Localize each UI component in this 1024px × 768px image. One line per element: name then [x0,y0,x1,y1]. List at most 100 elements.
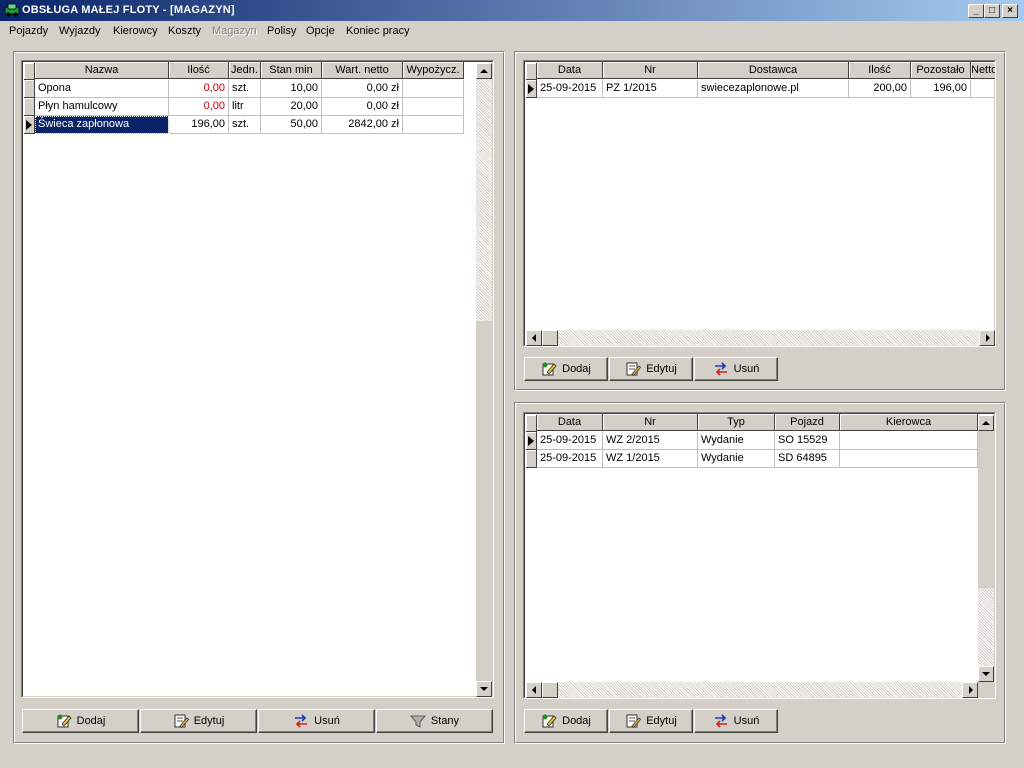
cell-kierowca[interactable] [840,450,978,468]
menu-koszty[interactable]: Koszty [168,25,201,37]
cell-stan-min[interactable]: 20,00 [261,98,322,116]
edit-item-label: Edytuj [193,715,225,727]
maximize-button[interactable]: □ [984,4,1000,18]
cell-ilosc[interactable]: 196,00 [169,116,229,134]
scroll-thumb[interactable] [542,330,558,346]
row-indicator[interactable] [24,98,35,116]
close-button[interactable]: × [1002,4,1018,18]
row-indicator-current[interactable] [526,80,537,98]
cell-pojazd[interactable]: SD 64895 [775,450,840,468]
cell-data[interactable]: 25-09-2015 [537,432,603,450]
scroll-down-button[interactable] [978,666,994,682]
cell-ilosc[interactable]: 200,00 [849,80,911,98]
cell-nr[interactable]: WZ 2/2015 [603,432,698,450]
states-button[interactable]: Stany [376,709,493,733]
scroll-right-button[interactable] [979,330,995,346]
scroll-thumb[interactable] [476,321,492,681]
cell-jedn[interactable]: litr [229,98,261,116]
row-indicator[interactable] [24,80,35,98]
cell-wart-netto[interactable]: 2842,00 zł [322,116,403,134]
warehouse-items-grid[interactable]: Nazwa Ilość Jedn. Stan min Wart. netto W… [21,60,494,698]
column-header-typ[interactable]: Typ [698,414,775,431]
column-header-dostawca[interactable]: Dostawca [698,62,849,79]
horizontal-scrollbar[interactable] [526,682,978,698]
column-header-nr[interactable]: Nr [603,62,698,79]
cell-wypozycz[interactable] [403,98,464,116]
add-item-button[interactable]: Dodaj [22,709,139,733]
edit-issue-button[interactable]: Edytuj [609,709,693,733]
menu-koniec-pracy[interactable]: Koniec pracy [346,25,410,37]
pencil-add-icon [57,714,72,728]
issues-grid[interactable]: Data Nr Typ Pojazd Kierowca 25-09-2015 W… [523,412,996,699]
delete-issue-button[interactable]: Usuń [694,709,778,733]
column-header-data[interactable]: Data [537,414,603,431]
scroll-up-button[interactable] [978,415,994,431]
receipts-grid[interactable]: Data Nr Dostawca Ilość Pozostało Netto 2… [523,60,996,347]
horizontal-scrollbar[interactable] [526,330,995,346]
cell-pozostalo[interactable]: 196,00 [911,80,971,98]
column-header-data[interactable]: Data [537,62,603,79]
edit-receipt-button[interactable]: Edytuj [609,357,693,381]
add-issue-button[interactable]: Dodaj [524,709,608,733]
scroll-right-button[interactable] [962,682,978,698]
scroll-thumb[interactable] [542,682,558,698]
delete-item-button[interactable]: Usuń [258,709,375,733]
cell-wart-netto[interactable]: 0,00 zł [322,98,403,116]
column-header-pozostalo[interactable]: Pozostało [911,62,971,79]
vertical-scrollbar[interactable] [476,63,492,697]
menu-pojazdy[interactable]: Pojazdy [9,25,48,37]
row-indicator-current[interactable] [526,432,537,450]
cell-wart-netto[interactable]: 0,00 zł [322,80,403,98]
column-header-stan-min[interactable]: Stan min [261,62,322,79]
cell-ilosc[interactable]: 0,00 [169,98,229,116]
cell-stan-min[interactable]: 10,00 [261,80,322,98]
cell-jedn[interactable]: szt. [229,116,261,134]
vertical-scrollbar[interactable] [978,415,994,682]
delete-item-label: Usuń [314,715,340,727]
column-header-ilosc[interactable]: Ilość [169,62,229,79]
cell-nazwa-selected[interactable]: Świeca zapłonowa [35,116,169,134]
add-receipt-button[interactable]: Dodaj [524,357,608,381]
column-header-wypozycz[interactable]: Wypożycz. [403,62,464,79]
delete-receipt-button[interactable]: Usuń [694,357,778,381]
edit-item-button[interactable]: Edytuj [140,709,257,733]
column-header-pojazd[interactable]: Pojazd [775,414,840,431]
cell-typ[interactable]: Wydanie [698,432,775,450]
scroll-down-button[interactable] [476,681,492,697]
cell-jedn[interactable]: szt. [229,80,261,98]
cell-wypozycz[interactable] [403,116,464,134]
column-header-netto[interactable]: Netto [971,62,995,79]
cell-kierowca[interactable] [840,432,978,450]
menu-kierowcy[interactable]: Kierowcy [113,25,158,37]
column-header-nazwa[interactable]: Nazwa [35,62,169,79]
cell-ilosc[interactable]: 0,00 [169,80,229,98]
minimize-button[interactable]: _ [968,4,984,18]
column-header-nr[interactable]: Nr [603,414,698,431]
column-header-jedn[interactable]: Jedn. [229,62,261,79]
scroll-thumb[interactable] [978,431,994,588]
menu-polisy[interactable]: Polisy [267,25,296,37]
column-header-ilosc[interactable]: Ilość [849,62,911,79]
column-header-wart-netto[interactable]: Wart. netto [322,62,403,79]
cell-wypozycz[interactable] [403,80,464,98]
header-indicator [526,415,537,432]
column-header-kierowca[interactable]: Kierowca [840,414,978,431]
cell-pojazd[interactable]: SO 15529 [775,432,840,450]
scroll-up-button[interactable] [476,63,492,79]
scroll-left-button[interactable] [526,330,542,346]
cell-data[interactable]: 25-09-2015 [537,80,603,98]
row-indicator-current[interactable] [24,116,35,134]
menu-wyjazdy[interactable]: Wyjazdy [59,25,100,37]
row-indicator[interactable] [526,450,537,468]
cell-data[interactable]: 25-09-2015 [537,450,603,468]
cell-typ[interactable]: Wydanie [698,450,775,468]
cell-dostawca[interactable]: swiecezaplonowe.pl [698,80,849,98]
cell-nazwa[interactable]: Płyn hamulcowy [35,98,169,116]
menu-opcje[interactable]: Opcje [306,25,335,37]
cell-nr[interactable]: PZ 1/2015 [603,80,698,98]
cell-nr[interactable]: WZ 1/2015 [603,450,698,468]
cell-stan-min[interactable]: 50,00 [261,116,322,134]
cell-netto[interactable] [971,80,995,98]
scroll-left-button[interactable] [526,682,542,698]
cell-nazwa[interactable]: Opona [35,80,169,98]
